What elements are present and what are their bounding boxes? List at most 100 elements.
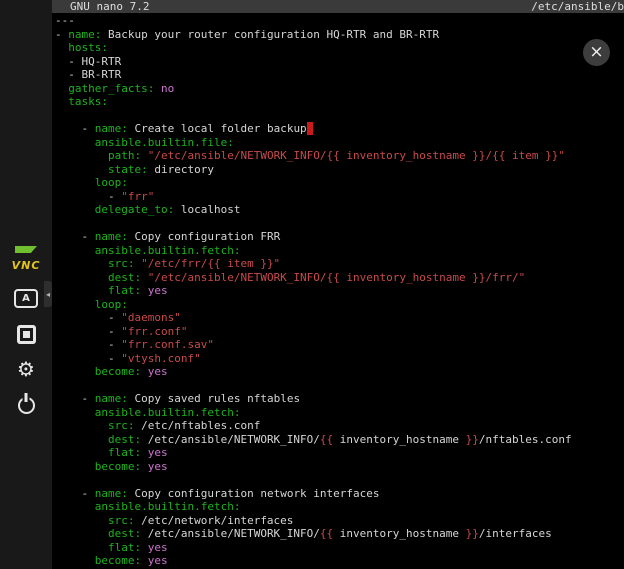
code-token: - — [55, 487, 95, 500]
settings-button[interactable]: ⚙ — [0, 354, 52, 384]
code-token: /interfaces — [479, 527, 552, 540]
code-token: flat: — [108, 446, 141, 459]
code-token — [55, 95, 68, 108]
code-token: "daemons" — [121, 311, 181, 324]
editor-line — [55, 473, 624, 487]
code-token: "frr.conf.sav" — [121, 338, 214, 351]
code-token — [55, 541, 108, 554]
code-token: loop: — [95, 298, 128, 311]
code-token: state: — [108, 163, 148, 176]
code-token — [55, 82, 68, 95]
nano-filename: /etc/ansible/b — [531, 0, 624, 13]
control-bar-handle[interactable]: ◂ — [44, 281, 52, 307]
editor[interactable]: ---- name: Backup your router configurat… — [52, 13, 624, 568]
code-token — [55, 244, 95, 257]
power-icon — [18, 397, 35, 414]
fullscreen-button[interactable] — [0, 319, 52, 349]
chevron-left-icon: ◂ — [46, 290, 50, 299]
editor-line: src: /etc/nftables.conf — [55, 419, 624, 433]
editor-line: loop: — [55, 298, 624, 312]
code-token — [55, 271, 108, 284]
editor-line: delegate_to: localhost — [55, 203, 624, 217]
code-token — [55, 514, 108, 527]
editor-line — [55, 217, 624, 231]
code-token: {{ — [320, 433, 333, 446]
code-token: /etc/ansible/NETWORK_INFO/ — [141, 527, 320, 540]
code-token: "/etc/ansible/NETWORK_INFO/{{ inventory_… — [148, 271, 526, 284]
code-token: yes — [148, 460, 168, 473]
code-token: --- — [55, 14, 75, 27]
code-token: Backup your router configuration HQ-RTR … — [101, 28, 439, 41]
code-token — [55, 446, 108, 459]
code-token — [141, 284, 148, 297]
code-token: ansible.builtin.file: — [95, 136, 234, 149]
code-token: - — [55, 311, 121, 324]
code-token — [141, 554, 148, 567]
code-token: delegate_to: — [95, 203, 174, 216]
editor-line: ansible.builtin.fetch: — [55, 500, 624, 514]
code-token: yes — [148, 541, 168, 554]
code-token — [55, 203, 95, 216]
code-token: src: — [108, 419, 135, 432]
editor-line: tasks: — [55, 95, 624, 109]
editor-line: - "frr.conf" — [55, 325, 624, 339]
editor-line: ansible.builtin.fetch: — [55, 244, 624, 258]
code-token — [141, 365, 148, 378]
code-token: "vtysh.conf" — [121, 352, 200, 365]
editor-line: flat: yes — [55, 541, 624, 555]
code-token — [55, 554, 95, 567]
code-token: - — [55, 352, 121, 365]
code-token — [55, 419, 108, 432]
code-token: loop: — [95, 176, 128, 189]
editor-line: become: yes — [55, 460, 624, 474]
power-button[interactable] — [0, 390, 52, 420]
editor-line: - name: Backup your router configuration… — [55, 28, 624, 42]
code-token: - — [55, 325, 121, 338]
editor-line: dest: "/etc/ansible/NETWORK_INFO/{{ inve… — [55, 271, 624, 285]
code-token: "frr" — [121, 190, 154, 203]
code-token: /etc/ansible/NETWORK_INFO/ — [141, 433, 320, 446]
code-token: no — [161, 82, 174, 95]
editor-line: --- — [55, 14, 624, 28]
code-token: - — [55, 190, 121, 203]
editor-line: gather_facts: no — [55, 82, 624, 96]
code-token — [55, 149, 108, 162]
code-token — [141, 541, 148, 554]
editor-line: flat: yes — [55, 284, 624, 298]
code-token — [55, 176, 95, 189]
code-token: - BR-RTR — [55, 68, 121, 81]
code-token: yes — [148, 554, 168, 567]
editor-line: - HQ-RTR — [55, 55, 624, 69]
code-token — [55, 527, 108, 540]
terminal-window[interactable]: GNU nano 7.2 /etc/ansible/b ---- name: B… — [52, 0, 624, 569]
gear-icon: ⚙ — [17, 359, 35, 379]
fullscreen-icon — [17, 325, 36, 344]
code-token: Copy configuration FRR — [128, 230, 280, 243]
code-token: Copy configuration network interfaces — [128, 487, 380, 500]
code-token: hosts: — [68, 41, 108, 54]
close-button[interactable]: × — [583, 39, 610, 66]
code-token: path: — [108, 149, 141, 162]
editor-line: become: yes — [55, 554, 624, 568]
editor-line: - name: Copy saved rules nftables — [55, 392, 624, 406]
code-token: /etc/nftables.conf — [134, 419, 260, 432]
code-token: Copy saved rules nftables — [128, 392, 300, 405]
code-token: yes — [148, 446, 168, 459]
code-token: }} — [466, 433, 479, 446]
editor-line: hosts: — [55, 41, 624, 55]
editor-line — [55, 109, 624, 123]
vnc-logo: VNC — [0, 246, 52, 273]
code-token: - — [55, 230, 95, 243]
code-token: {{ — [320, 527, 333, 540]
code-token: - — [55, 392, 95, 405]
code-token: tasks: — [68, 95, 108, 108]
code-token: become: — [95, 460, 141, 473]
code-token — [55, 433, 108, 446]
editor-line: - "daemons" — [55, 311, 624, 325]
code-token — [55, 460, 95, 473]
editor-line: src: "/etc/frr/{{ item }}" — [55, 257, 624, 271]
editor-line: - BR-RTR — [55, 68, 624, 82]
code-token: become: — [95, 554, 141, 567]
code-token: dest: — [108, 433, 141, 446]
editor-line: flat: yes — [55, 446, 624, 460]
